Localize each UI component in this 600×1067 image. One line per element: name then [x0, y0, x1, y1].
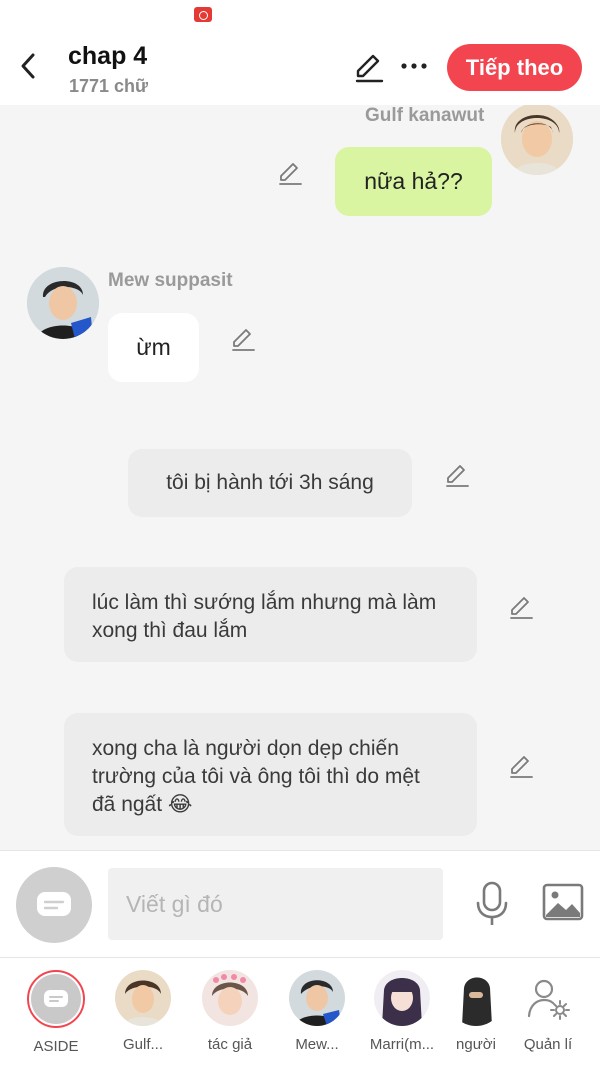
- avatar-mew[interactable]: [27, 267, 99, 339]
- pencil-icon: [355, 54, 384, 83]
- chapter-title: chap 4: [68, 42, 148, 70]
- chat-bubble-icon: [37, 892, 71, 916]
- character-marri[interactable]: Marri(m...: [362, 970, 442, 1053]
- character-nguoi[interactable]: người: [436, 970, 516, 1053]
- narration-bubble[interactable]: lúc làm thì sướng lắm nhưng mà làm xong …: [64, 567, 477, 662]
- voice-button[interactable]: [472, 881, 512, 927]
- character-aside[interactable]: ASIDE: [16, 970, 96, 1055]
- edit-message-button[interactable]: [507, 752, 535, 780]
- edit-message-button[interactable]: [443, 461, 471, 489]
- screen-record-icon: [194, 7, 212, 22]
- word-count: 1771 chữ: [69, 76, 149, 96]
- manage-characters-button[interactable]: Quản lí: [508, 970, 588, 1053]
- pencil-icon: [510, 597, 533, 619]
- message-input[interactable]: [108, 868, 443, 940]
- pencil-icon: [232, 329, 255, 351]
- more-dots-icon: [401, 63, 427, 69]
- status-bar: [0, 0, 600, 30]
- character-label: người: [456, 1036, 496, 1053]
- avatar: [448, 970, 504, 1026]
- image-upload-button[interactable]: [542, 883, 584, 921]
- pencil-icon: [446, 465, 469, 487]
- next-button[interactable]: Tiếp theo: [447, 44, 582, 91]
- edit-message-button[interactable]: [229, 325, 257, 353]
- character-label: ASIDE: [33, 1038, 79, 1055]
- narration-bubble[interactable]: tôi bị hành tới 3h sáng: [128, 449, 412, 517]
- edit-message-button[interactable]: [276, 159, 304, 187]
- aside-avatar: [27, 970, 85, 1028]
- sender-name: Gulf kanawut: [365, 105, 485, 126]
- character-gulf[interactable]: Gulf...: [103, 970, 183, 1053]
- chat-bubble-icon: [44, 990, 68, 1007]
- character-author[interactable]: tác giả: [190, 970, 270, 1053]
- character-label: tác giả: [207, 1036, 253, 1053]
- pencil-icon: [510, 756, 533, 778]
- portrait-icon: [27, 267, 99, 339]
- narration-bubble[interactable]: xong cha là người dọn dẹp chiến trường c…: [64, 713, 477, 836]
- message-bubble[interactable]: ừm: [108, 313, 199, 382]
- avatar: [289, 970, 345, 1026]
- character-label: Quản lí: [523, 1036, 573, 1053]
- edit-title-button[interactable]: [352, 50, 386, 84]
- character-label: Marri(m...: [369, 1036, 435, 1053]
- more-options-button[interactable]: [398, 50, 430, 82]
- avatar-gulf[interactable]: [501, 105, 573, 175]
- avatar: [115, 970, 171, 1026]
- sender-name: Mew suppasit: [108, 270, 233, 291]
- message-bubble[interactable]: nữa hả??: [335, 147, 492, 216]
- avatar: [374, 970, 430, 1026]
- character-label: Mew...: [295, 1036, 339, 1053]
- avatar: [202, 970, 258, 1026]
- pencil-icon: [279, 163, 302, 185]
- manage-icon-wrap: [520, 970, 576, 1026]
- aside-mode-button[interactable]: [16, 867, 92, 943]
- edit-message-button[interactable]: [507, 593, 535, 621]
- microphone-icon: [476, 881, 508, 925]
- app-header: chap 4 1771 chữ Tiếp theo: [0, 30, 600, 105]
- chevron-left-icon: [21, 53, 35, 79]
- chat-area[interactable]: Gulf kanawut nữa hả?? Mew suppasit ừm tô…: [0, 105, 600, 850]
- character-label: Gulf...: [122, 1036, 163, 1053]
- character-bar: ASIDE Gulf... tác giả Mew... Marri(m... …: [0, 957, 600, 1067]
- message-composer: [0, 850, 600, 957]
- image-icon: [542, 883, 584, 921]
- back-button[interactable]: [12, 50, 44, 82]
- character-mew[interactable]: Mew...: [277, 970, 357, 1053]
- portrait-icon: [501, 105, 573, 175]
- user-settings-icon: [527, 979, 570, 1020]
